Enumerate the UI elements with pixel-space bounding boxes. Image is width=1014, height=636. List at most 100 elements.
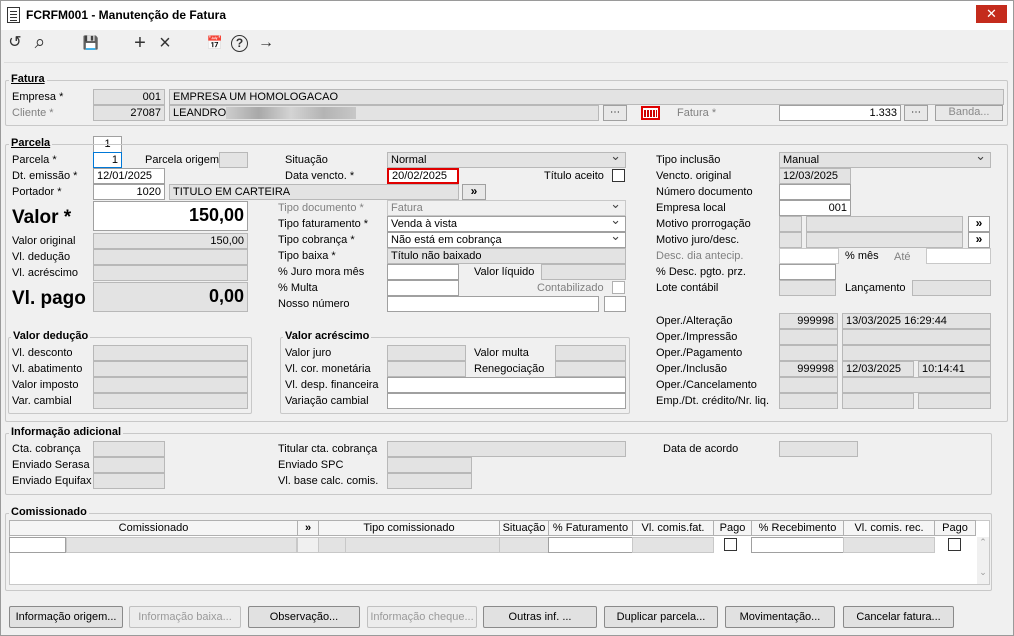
motivo-prorrogacao-desc	[806, 216, 963, 232]
info-baixa-button[interactable]: Informação baixa...	[129, 606, 241, 628]
desc-dia-field[interactable]	[779, 248, 839, 264]
oper-cancelamento-user	[779, 377, 838, 393]
numero-documento-field[interactable]	[779, 184, 851, 200]
situacao-select[interactable]: Normal	[387, 152, 626, 168]
undo-icon[interactable]: ↺	[5, 33, 25, 53]
lancamento-label: Lançamento	[845, 282, 906, 294]
row-vl-comis-rec	[843, 537, 935, 553]
col-vl-comis-fat[interactable]: Vl. comis.fat.	[632, 520, 714, 536]
valor-multa-field	[555, 345, 626, 361]
valor-liquido-field	[541, 264, 626, 280]
tipo-cobranca-select[interactable]: Não está em cobrança	[387, 232, 626, 248]
fatura-field[interactable]: 1.333	[779, 105, 901, 121]
valor-imposto-label: Valor imposto	[12, 379, 79, 391]
dt-emissao-label: Dt. emissão *	[12, 170, 78, 182]
oper-impressao-user	[779, 329, 838, 345]
motivo-prorrogacao-button[interactable]: »	[968, 216, 990, 232]
portador-lookup-button[interactable]: »	[462, 184, 486, 200]
titular-cta-label: Titular cta. cobrança	[278, 443, 378, 455]
dt-emissao-field[interactable]: 12/01/2025	[93, 168, 165, 184]
exit-icon[interactable]: →	[256, 33, 276, 53]
oper-cancelamento-label: Oper./Cancelamento	[656, 379, 757, 391]
help-icon[interactable]: ?	[231, 35, 248, 52]
row-vl-comis-fat	[632, 537, 714, 553]
desp-financeira-field[interactable]	[387, 377, 626, 393]
col-pct-recebimento[interactable]: % Recebimento	[751, 520, 844, 536]
vl-abatimento-label: Vl. abatimento	[12, 363, 83, 375]
data-vencto-field[interactable]: 20/02/2025	[387, 168, 459, 184]
info-adicional-group-label: Informação adicional	[9, 426, 124, 438]
tipo-cobranca-label: Tipo cobrança *	[278, 234, 355, 246]
cliente-lookup-button[interactable]: ⋯	[603, 105, 627, 121]
calendar-icon[interactable]: 📅	[205, 33, 225, 53]
remove-icon[interactable]: ×	[155, 33, 175, 53]
juro-mora-field[interactable]	[387, 264, 459, 280]
vl-abatimento-field	[93, 361, 248, 377]
row-pago-fat-checkbox[interactable]	[724, 538, 737, 551]
cta-cobranca-field	[93, 441, 165, 457]
duplicar-parcela-button[interactable]: Duplicar parcela...	[604, 606, 718, 628]
vl-base-calc-label: Vl. base calc. comis.	[278, 475, 379, 487]
comissionado-group-label: Comissionado	[9, 506, 89, 518]
titulo-aceito-checkbox[interactable]	[612, 169, 625, 182]
cor-monetaria-field	[387, 361, 466, 377]
info-origem-button[interactable]: Informação origem...	[9, 606, 123, 628]
oper-inclusao-user: 999998	[779, 361, 838, 377]
tipo-documento-select[interactable]: Fatura	[387, 200, 626, 216]
parcela-origem-label: Parcela origem	[145, 154, 219, 166]
close-button[interactable]: ✕	[976, 5, 1007, 23]
search-icon[interactable]: ⌕	[30, 33, 50, 53]
observacao-button[interactable]: Observação...	[248, 606, 360, 628]
col-comissionado-lookup[interactable]: »	[297, 520, 319, 536]
multa-field[interactable]	[387, 280, 459, 296]
col-vl-comis-rec[interactable]: Vl. comis. rec.	[843, 520, 935, 536]
row-pct-faturamento[interactable]	[548, 537, 633, 553]
movimentacao-button[interactable]: Movimentação...	[725, 606, 835, 628]
motivo-juro-button[interactable]: »	[968, 232, 990, 248]
col-pago-rec[interactable]: Pago	[934, 520, 976, 536]
row-situacao	[499, 537, 549, 553]
empresa-code-field: 001	[93, 89, 165, 105]
info-cheque-button[interactable]: Informação cheque...	[367, 606, 477, 628]
ate-field[interactable]	[926, 248, 991, 264]
empresa-local-field[interactable]: 001	[779, 200, 851, 216]
parcela-field[interactable]: 1	[93, 152, 122, 168]
table-scrollbar[interactable]: ⌃ ⌄	[977, 537, 989, 584]
tipo-inclusao-select[interactable]: Manual	[779, 152, 991, 168]
row-comissionado-code[interactable]	[9, 537, 66, 553]
desc-dia-label: Desc. dia antecip.	[656, 250, 744, 262]
col-pago-fat[interactable]: Pago	[713, 520, 752, 536]
cancelar-fatura-button[interactable]: Cancelar fatura...	[843, 606, 954, 628]
valor-field[interactable]: 150,00	[93, 201, 248, 231]
vl-pago-field: 0,00	[93, 282, 248, 312]
portador-code-field[interactable]: 1020	[93, 184, 165, 200]
row-pago-rec-checkbox[interactable]	[948, 538, 961, 551]
enviado-serasa-field	[93, 457, 165, 473]
nosso-numero-digit-field[interactable]	[604, 296, 626, 312]
col-tipo-comissionado[interactable]: Tipo comissionado	[318, 520, 500, 536]
cliente-label: Cliente *	[12, 107, 54, 119]
col-pct-faturamento[interactable]: % Faturamento	[548, 520, 633, 536]
var-cambial-field	[93, 393, 248, 409]
data-acordo-label: Data de acordo	[663, 443, 739, 455]
col-comissionado[interactable]: Comissionado	[9, 520, 298, 536]
vl-base-calc-field	[387, 473, 472, 489]
tipo-faturamento-select[interactable]: Venda à vista	[387, 216, 626, 232]
banda-button[interactable]: Banda...	[935, 105, 1003, 121]
desc-pgto-label: % Desc. pgto. prz.	[656, 266, 746, 278]
col-situacao[interactable]: Situação	[499, 520, 549, 536]
variacao-cambial-field[interactable]	[387, 393, 626, 409]
row-pct-recebimento[interactable]	[751, 537, 844, 553]
save-icon[interactable]: 💾	[81, 33, 101, 53]
numero-documento-label: Número documento	[656, 186, 753, 198]
add-icon[interactable]: +	[130, 33, 150, 53]
oper-impressao-label: Oper./Impressão	[656, 331, 738, 343]
outras-inf-button[interactable]: Outras inf. ...	[483, 606, 597, 628]
desc-pgto-field[interactable]	[779, 264, 836, 280]
empresa-label: Empresa *	[12, 91, 64, 103]
nosso-numero-field[interactable]	[387, 296, 599, 312]
fatura-lookup-button[interactable]: ⋯	[904, 105, 928, 121]
grid-icon[interactable]	[641, 106, 660, 120]
fatura-label: Fatura *	[677, 107, 717, 119]
valor-multa-label: Valor multa	[474, 347, 529, 359]
